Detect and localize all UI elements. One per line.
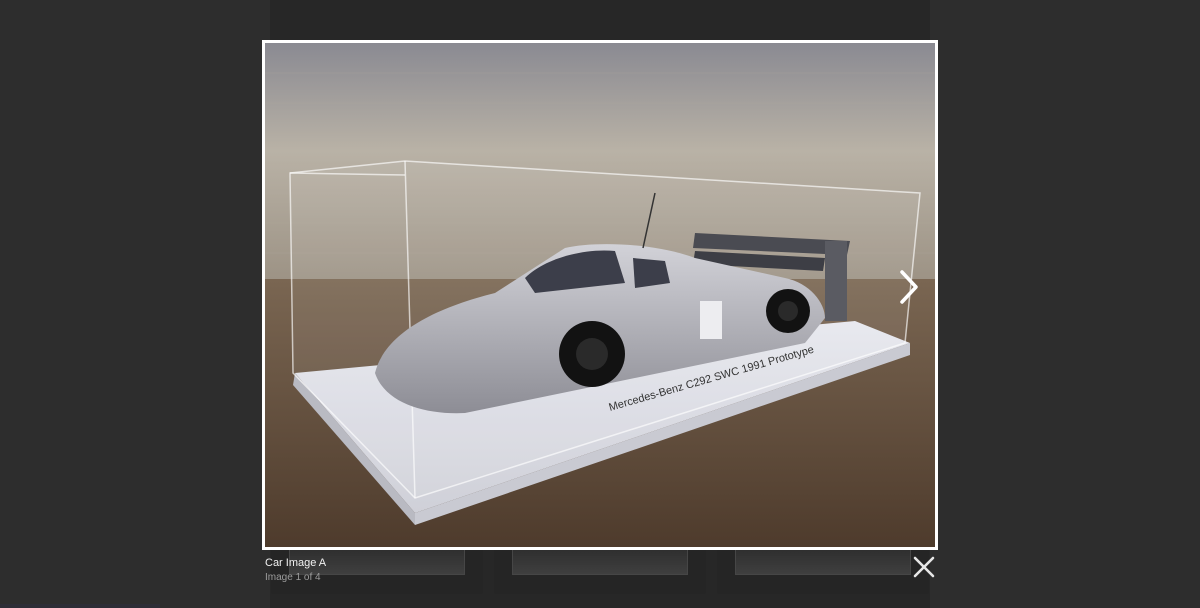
image-counter: Image 1 of 4 [265, 572, 321, 583]
lightbox-image: Mercedes-Benz C292 SWC 1991 Prototype [262, 40, 938, 550]
close-button[interactable] [906, 550, 942, 584]
car-photo: Mercedes-Benz C292 SWC 1991 Prototype [265, 43, 935, 547]
chevron-right-icon [900, 270, 918, 304]
close-icon [913, 556, 935, 578]
image-caption: Car Image A Image 1 of 4 [265, 556, 326, 585]
image-title: Car Image A [265, 557, 327, 569]
next-image-button[interactable] [890, 264, 928, 310]
